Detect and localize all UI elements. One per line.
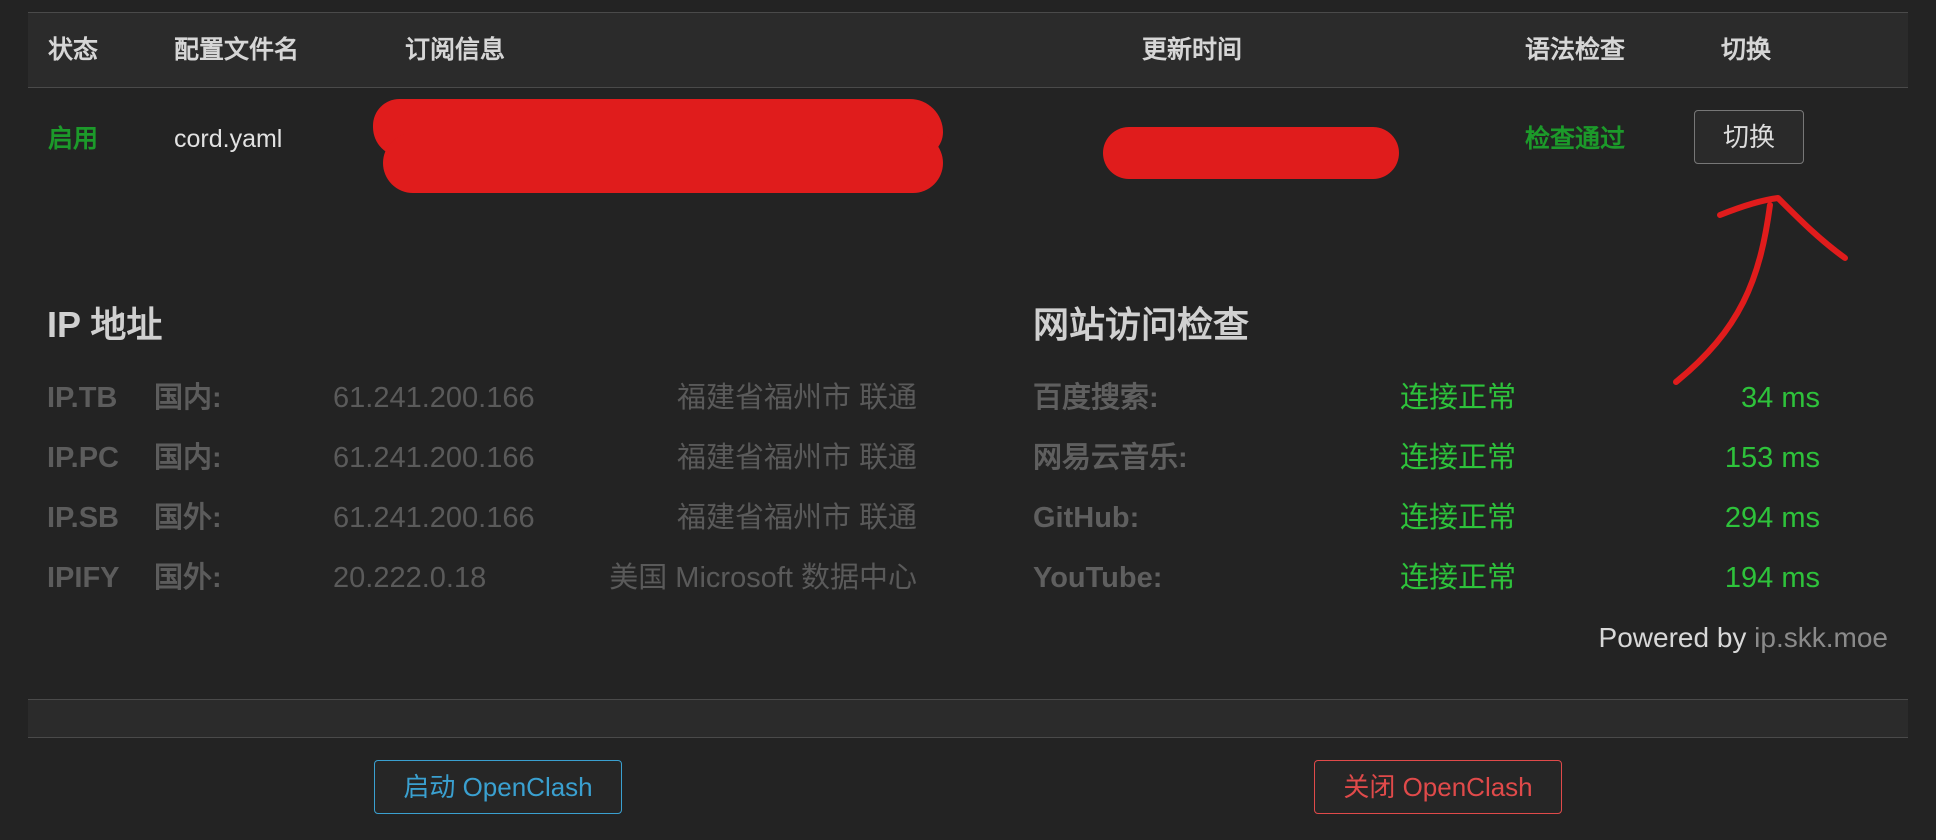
header-update-time: 更新时间 xyxy=(1142,36,1243,64)
openclash-page: 状态 配置文件名 订阅信息 更新时间 语法检查 切换 启用 cord.yaml … xyxy=(0,0,1936,840)
web-check-latency: 194 ms xyxy=(1724,562,1820,594)
header-status: 状态 xyxy=(48,36,99,64)
ip-region: 国外: xyxy=(154,562,222,594)
web-check-site: 百度搜索: xyxy=(1033,382,1159,414)
web-check-latency: 153 ms xyxy=(1724,442,1820,474)
web-check-site: YouTube: xyxy=(1033,562,1163,594)
header-subscription: 订阅信息 xyxy=(405,36,506,64)
ip-row: IPIFY 国外: 20.222.0.18 美国 Microsoft 数据中心 xyxy=(47,558,917,598)
redaction-mark xyxy=(383,133,943,193)
web-check-status: 连接正常 xyxy=(1400,502,1517,534)
ip-region: 国外: xyxy=(154,502,222,534)
switch-config-button[interactable]: 切换 xyxy=(1694,110,1804,164)
ip-section-title: IP 地址 xyxy=(47,304,163,345)
header-syntax-check: 语法检查 xyxy=(1525,36,1626,64)
web-check-status: 连接正常 xyxy=(1400,382,1517,414)
stop-openclash-button[interactable]: 关闭 OpenClash xyxy=(1314,760,1562,814)
web-check-row: 网易云音乐: 连接正常 153 ms xyxy=(1033,438,1820,478)
ip-location: 福建省福州市 联通 xyxy=(676,442,917,474)
ip-row: IP.SB 国外: 61.241.200.166 福建省福州市 联通 xyxy=(47,498,917,538)
ip-row: IP.TB 国内: 61.241.200.166 福建省福州市 联通 xyxy=(47,378,917,418)
divider xyxy=(28,737,1908,738)
ip-region: 国内: xyxy=(154,442,222,474)
web-check-latency: 294 ms xyxy=(1724,502,1820,534)
web-check-row: YouTube: 连接正常 194 ms xyxy=(1033,558,1820,598)
powered-by-link[interactable]: ip.skk.moe xyxy=(1754,622,1888,653)
config-filename: cord.yaml xyxy=(174,125,283,153)
header-filename: 配置文件名 xyxy=(174,36,300,64)
web-check-status: 连接正常 xyxy=(1400,442,1517,474)
redaction-mark xyxy=(1103,127,1399,179)
ip-location: 福建省福州市 联通 xyxy=(676,502,917,534)
syntax-check-status: 检查通过 xyxy=(1525,125,1626,153)
web-check-row: 百度搜索: 连接正常 34 ms xyxy=(1033,378,1820,418)
web-check-site: 网易云音乐: xyxy=(1033,442,1188,474)
web-check-section-title: 网站访问检查 xyxy=(1033,304,1250,345)
ip-region: 国内: xyxy=(154,382,222,414)
ip-source-name: IPIFY xyxy=(47,562,120,594)
powered-by-prefix: Powered by xyxy=(1598,622,1755,653)
web-check-latency: 34 ms xyxy=(1741,382,1820,414)
ip-address: 20.222.0.18 xyxy=(333,562,487,594)
ip-address: 61.241.200.166 xyxy=(333,442,535,474)
start-openclash-button[interactable]: 启动 OpenClash xyxy=(374,760,622,814)
web-check-site: GitHub: xyxy=(1033,502,1140,534)
web-check-status: 连接正常 xyxy=(1400,562,1517,594)
header-switch: 切换 xyxy=(1721,36,1772,64)
ip-row: IP.PC 国内: 61.241.200.166 福建省福州市 联通 xyxy=(47,438,917,478)
powered-by: Powered by ip.skk.moe xyxy=(1599,622,1888,654)
ip-source-name: IP.SB xyxy=(47,502,120,534)
config-table-header: 状态 配置文件名 订阅信息 更新时间 语法检查 切换 xyxy=(28,13,1908,88)
ip-source-name: IP.TB xyxy=(47,382,118,414)
separator-band xyxy=(28,700,1908,737)
ip-source-name: IP.PC xyxy=(47,442,120,474)
config-table: 状态 配置文件名 订阅信息 更新时间 语法检查 切换 启用 cord.yaml … xyxy=(28,12,1908,225)
ip-location: 美国 Microsoft 数据中心 xyxy=(609,562,917,594)
config-status: 启用 xyxy=(48,125,99,153)
ip-address: 61.241.200.166 xyxy=(333,502,535,534)
ip-location: 福建省福州市 联通 xyxy=(676,382,917,414)
ip-address: 61.241.200.166 xyxy=(333,382,535,414)
web-check-row: GitHub: 连接正常 294 ms xyxy=(1033,498,1820,538)
